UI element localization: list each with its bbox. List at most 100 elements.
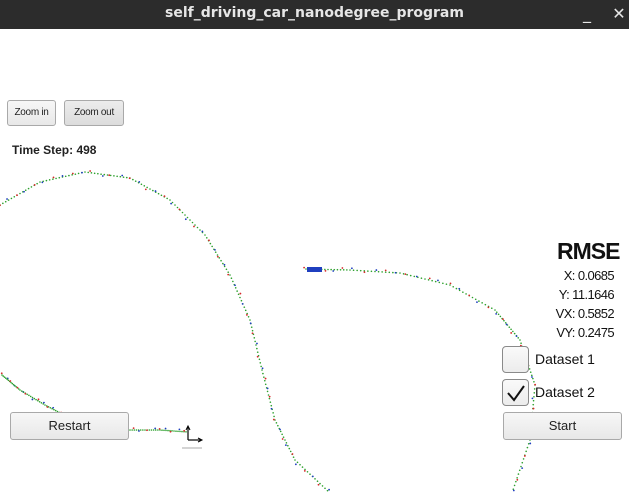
track-point bbox=[143, 185, 146, 187]
track-point bbox=[458, 289, 461, 292]
track-point bbox=[173, 430, 175, 432]
time-step-label: Time Step: 498 bbox=[12, 143, 97, 157]
track-point bbox=[116, 175, 118, 178]
track-point bbox=[211, 245, 213, 248]
track-point bbox=[52, 178, 54, 180]
axes-origin-icon bbox=[182, 424, 204, 449]
track-point bbox=[53, 408, 55, 411]
track-point bbox=[185, 431, 187, 433]
zoom-out-button[interactable]: Zoom out bbox=[64, 100, 124, 126]
track-point bbox=[520, 465, 522, 468]
measurement-marker bbox=[144, 188, 147, 191]
close-button[interactable]: ✕ bbox=[608, 3, 629, 25]
measurement-marker bbox=[328, 488, 330, 491]
measurement-marker bbox=[468, 294, 471, 297]
track-point bbox=[258, 358, 261, 361]
track-point bbox=[55, 177, 57, 180]
track-point bbox=[184, 214, 186, 216]
track-point bbox=[431, 279, 433, 282]
track-point bbox=[503, 319, 505, 322]
track-point bbox=[38, 400, 41, 403]
track-point bbox=[232, 280, 234, 283]
measurement-marker bbox=[170, 202, 173, 205]
track-point bbox=[264, 383, 267, 386]
track-point bbox=[181, 211, 184, 214]
track-point bbox=[314, 478, 316, 480]
measurement-marker bbox=[121, 174, 124, 177]
measurement-marker bbox=[363, 271, 366, 274]
measurement-marker bbox=[16, 386, 19, 389]
track-point bbox=[135, 429, 138, 431]
track-point bbox=[374, 270, 376, 273]
measurement-marker bbox=[341, 267, 344, 269]
track-point bbox=[327, 268, 329, 271]
track-point bbox=[254, 340, 256, 343]
measurement-marker bbox=[476, 301, 478, 303]
track-point bbox=[179, 430, 181, 433]
track-point bbox=[13, 195, 16, 198]
track-point bbox=[216, 254, 219, 256]
measurement-marker bbox=[208, 239, 210, 242]
track-point bbox=[259, 362, 262, 364]
track-point bbox=[449, 284, 451, 286]
measurement-marker bbox=[512, 489, 515, 492]
track-point bbox=[152, 429, 155, 431]
track-point bbox=[237, 293, 240, 296]
track-point bbox=[517, 337, 520, 339]
track-point bbox=[532, 377, 534, 380]
track-point bbox=[261, 369, 263, 371]
measurement-marker bbox=[256, 355, 259, 358]
measurement-marker bbox=[437, 279, 439, 282]
track-point bbox=[529, 371, 532, 373]
measurement-marker bbox=[158, 427, 161, 430]
dataset-2-checkbox[interactable] bbox=[502, 379, 529, 406]
track-point bbox=[256, 347, 258, 350]
measurement-marker bbox=[521, 467, 524, 470]
track-point bbox=[113, 175, 115, 177]
track-point bbox=[289, 450, 292, 453]
track-point bbox=[157, 192, 160, 195]
track-point bbox=[326, 489, 329, 492]
track-point bbox=[186, 216, 189, 219]
restart-button[interactable]: Restart bbox=[10, 412, 129, 440]
measurement-marker bbox=[0, 204, 1, 207]
track-point bbox=[367, 270, 369, 272]
zoom-in-button[interactable]: Zoom in bbox=[7, 100, 56, 126]
minimize-button[interactable]: _ bbox=[576, 3, 598, 25]
measurement-marker bbox=[239, 292, 242, 295]
measurement-marker bbox=[458, 287, 461, 290]
track-point bbox=[522, 458, 525, 460]
track-point bbox=[39, 181, 41, 183]
track-point bbox=[150, 429, 153, 431]
track-point bbox=[44, 404, 46, 406]
dataset-2-label: Dataset 2 bbox=[535, 384, 595, 400]
track-point bbox=[14, 384, 16, 387]
track-point bbox=[359, 269, 362, 272]
track-point bbox=[174, 204, 176, 206]
dataset-1-checkbox[interactable] bbox=[502, 346, 529, 373]
track-point bbox=[176, 206, 179, 209]
measurement-marker bbox=[279, 428, 281, 431]
measurement-marker bbox=[16, 194, 18, 197]
track-point bbox=[119, 175, 122, 178]
track-point bbox=[244, 309, 247, 312]
track-point bbox=[284, 439, 286, 441]
measurement-marker bbox=[332, 270, 335, 272]
track-point bbox=[266, 390, 269, 393]
measurement-marker bbox=[261, 367, 264, 370]
measurement-marker bbox=[6, 198, 8, 200]
track-point bbox=[273, 415, 275, 418]
track-point bbox=[427, 279, 430, 281]
start-button[interactable]: Start bbox=[503, 412, 622, 440]
measurement-marker bbox=[193, 225, 195, 228]
track-point bbox=[77, 172, 80, 175]
track-point bbox=[90, 172, 93, 174]
track-point bbox=[263, 376, 265, 378]
measurement-marker bbox=[0, 372, 3, 375]
measurement-marker bbox=[46, 406, 49, 408]
track-point bbox=[109, 174, 112, 177]
track-point bbox=[512, 330, 514, 333]
measurement-marker bbox=[31, 398, 34, 401]
track-point bbox=[260, 365, 262, 368]
track-point bbox=[528, 368, 531, 370]
